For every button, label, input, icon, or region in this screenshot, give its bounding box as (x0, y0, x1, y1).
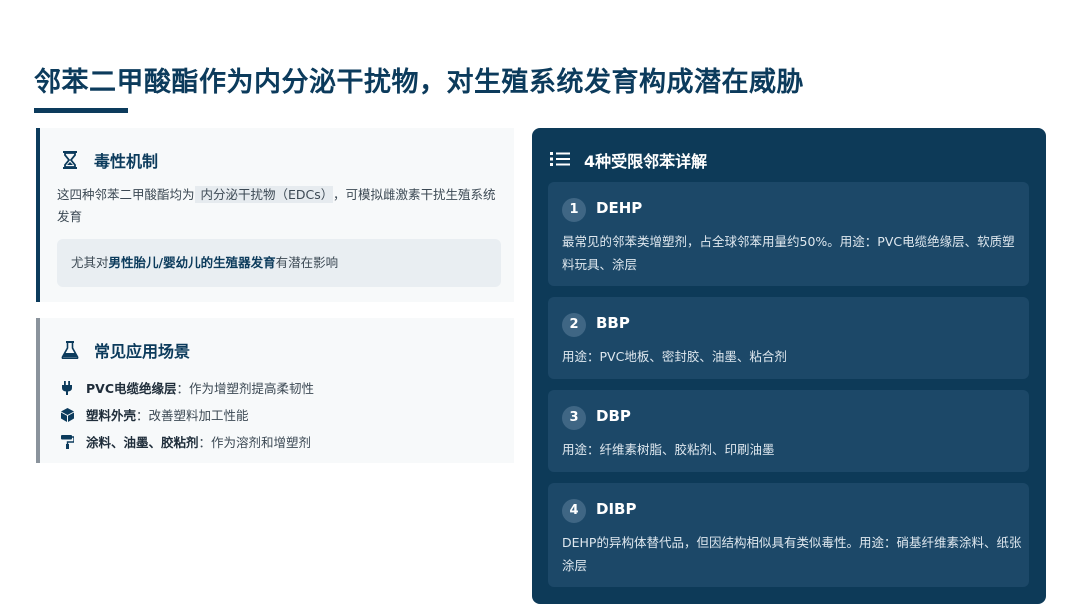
mechanism-note: 尤其对男性胎儿/婴幼儿的生殖器发育有潜在影响 (57, 239, 501, 287)
app-item-title: 涂料、油墨、胶粘剂 (86, 435, 199, 450)
cube-icon (60, 407, 74, 422)
list-item: 塑料外壳 ：改善塑料加工性能 (60, 401, 314, 428)
plug-icon (60, 380, 74, 395)
mechanism-heading: 毒性机制 (94, 152, 159, 171)
item-number: 4 (562, 499, 586, 523)
note-after: 有潜在影响 (275, 255, 339, 270)
app-item-text: ：作为增塑剂提高柔韧性 (176, 381, 315, 396)
mechanism-text-before: 这四种邻苯二甲酸酯均为 (57, 187, 195, 202)
item-name: DEHP (596, 199, 643, 217)
list-item: PVC电缆绝缘层 ：作为增塑剂提高柔韧性 (60, 374, 314, 401)
details-header: 4种受限邻苯详解 (550, 148, 707, 172)
app-item-text: ：改善塑料加工性能 (136, 408, 249, 423)
applications-header: 常见应用场景 (60, 338, 190, 362)
mechanism-highlight: 内分泌干扰物（EDCs） (194, 186, 334, 203)
details-heading: 4种受限邻苯详解 (584, 152, 708, 171)
item-name: DIBP (596, 500, 637, 518)
item-number: 3 (562, 406, 586, 430)
note-before: 尤其对 (71, 255, 109, 270)
detail-item-bbp: 2 BBP 用途：PVC地板、密封胶、油墨、粘合剂 (548, 297, 1029, 379)
applications-heading: 常见应用场景 (94, 342, 191, 361)
paint-roller-icon (60, 434, 74, 449)
list-icon (550, 151, 570, 169)
flask-icon (60, 340, 80, 360)
details-panel: 4种受限邻苯详解 1 DEHP 最常见的邻苯类增塑剂，占全球邻苯用量约50%。用… (532, 128, 1046, 604)
mechanism-text: 这四种邻苯二甲酸酯均为 内分泌干扰物（EDCs） ，可模拟雌激素干扰生殖系统发育 (57, 184, 507, 228)
mechanism-card: 毒性机制 这四种邻苯二甲酸酯均为 内分泌干扰物（EDCs） ，可模拟雌激素干扰生殖系… (36, 128, 514, 302)
mechanism-header: 毒性机制 (60, 148, 158, 172)
detail-item-dehp: 1 DEHP 最常见的邻苯类增塑剂，占全球邻苯用量约50%。用途：PVC电缆绝缘… (548, 182, 1029, 286)
applications-card: 常见应用场景 PVC电缆绝缘层 ：作为增塑剂提高柔韧性 塑料外壳 ：改善塑料加工… (36, 318, 514, 463)
item-desc: 用途：PVC地板、密封胶、油墨、粘合剂 (562, 349, 787, 364)
item-number: 2 (562, 313, 586, 337)
detail-item-dibp: 4 DIBP DEHP的异构体替代品，但因结构相似具有类似毒性。用途：硝基纤维素… (548, 483, 1029, 587)
item-desc: 最常见的邻苯类增塑剂，占全球邻苯用量约50%。用途：PVC电缆绝缘层、软质塑料玩… (562, 234, 1015, 272)
item-name: DBP (596, 407, 631, 425)
item-desc: 用途：纤维素树脂、胶粘剂、印刷油墨 (562, 442, 775, 457)
list-item: 涂料、油墨、胶粘剂 ：作为溶剂和增塑剂 (60, 428, 314, 455)
app-item-title: PVC电缆绝缘层 (86, 381, 177, 396)
app-item-text: ：作为溶剂和增塑剂 (198, 435, 312, 450)
applications-list: PVC电缆绝缘层：作为增塑剂提高柔韧性 塑料外壳：改善塑料加工性能 涂料、油 (60, 374, 314, 455)
hourglass-icon (60, 150, 80, 170)
item-number: 1 (562, 198, 586, 222)
item-desc: DEHP的异构体替代品，但因结构相似具有类似毒性。用途：硝基纤维素涂料、纸张涂层 (562, 535, 1022, 573)
title-underline (34, 108, 128, 113)
app-item-title: 塑料外壳 (86, 408, 137, 423)
page-title: 邻苯二甲酸酯作为内分泌干扰物，对生殖系统发育构成潜在威胁 (34, 67, 804, 98)
item-name: BBP (596, 314, 630, 332)
detail-item-dbp: 3 DBP 用途：纤维素树脂、胶粘剂、印刷油墨 (548, 390, 1029, 472)
note-bold: 男性胎儿/婴幼儿的生殖器发育 (108, 255, 276, 270)
